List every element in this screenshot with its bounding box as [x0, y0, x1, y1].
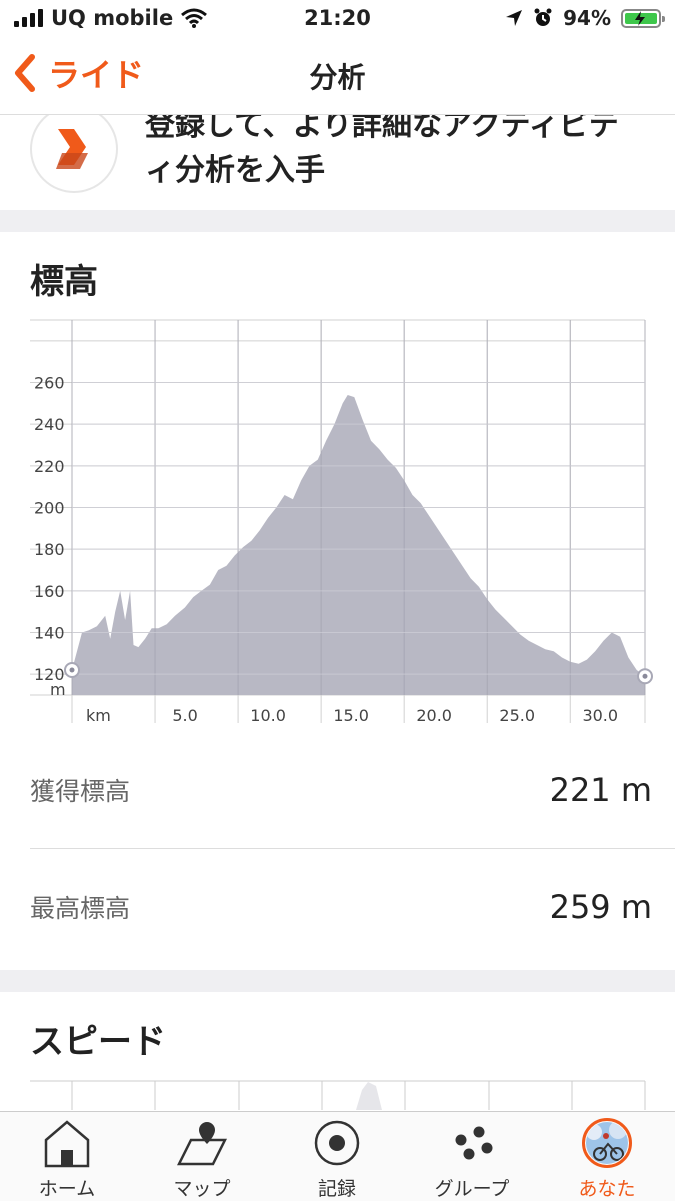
section-gap [0, 970, 675, 992]
promo-text: 登録して、より詳細なアクティビテ ィ分析を入手 [145, 115, 619, 193]
elevation-gain-row: 獲得標高 221 m [30, 732, 652, 848]
y-tick-label: 200 [34, 499, 65, 518]
map-icon [177, 1122, 227, 1166]
avatar [582, 1118, 632, 1168]
page-title: 分析 [309, 61, 366, 94]
max-elevation-row: 最高標高 259 m [30, 849, 652, 965]
tab-you[interactable]: あなた [542, 1112, 672, 1201]
tab-record[interactable]: 記録 [272, 1112, 402, 1201]
tab-map-label: マップ [173, 1178, 231, 1200]
tab-record-label: 記録 [317, 1178, 356, 1200]
promo-line-1: 登録して、より詳細なアクティビテ [145, 115, 619, 143]
battery-icon [621, 8, 665, 28]
elevation-area [72, 395, 645, 695]
y-tick-label: 220 [34, 457, 65, 476]
elevation-gain-label: 獲得標高 [30, 777, 131, 806]
y-tick-label: 260 [34, 374, 65, 393]
max-elevation-label: 最高標高 [30, 894, 131, 923]
groups-icon [455, 1126, 493, 1160]
max-elevation-value: 259 m [549, 888, 652, 926]
y-tick-label: 240 [34, 415, 65, 434]
battery-percent: 94% [563, 6, 611, 30]
speed-chart[interactable] [0, 1078, 675, 1110]
tab-bar: ホーム マップ 記録 グループ あなた [0, 1111, 675, 1201]
record-icon [314, 1120, 360, 1166]
x-tick-label: 25.0 [499, 706, 535, 725]
y-tick-label: 140 [34, 624, 65, 643]
navigation-bar: ライド 分析 [0, 36, 675, 115]
x-tick-label: 10.0 [250, 706, 286, 725]
x-axis-label: km [86, 706, 111, 725]
y-axis-label: m [50, 680, 66, 699]
strava-logo-icon [30, 115, 118, 193]
tab-home[interactable]: ホーム [2, 1112, 132, 1201]
status-bar: UQ mobile 21:20 94% [0, 0, 675, 36]
y-tick-label: 160 [34, 582, 65, 601]
status-right: 94% [505, 6, 665, 30]
start-marker-dot [69, 667, 75, 673]
tab-you-label: あなた [578, 1178, 636, 1200]
tab-map[interactable]: マップ [137, 1112, 267, 1201]
elevation-gain-value: 221 m [549, 771, 652, 809]
subscribe-promo[interactable]: 登録して、より詳細なアクティビテ ィ分析を入手 [0, 115, 675, 210]
tab-groups-label: グループ [434, 1178, 510, 1200]
section-gap [0, 210, 675, 232]
x-tick-label: 15.0 [333, 706, 369, 725]
end-marker-dot [642, 673, 648, 679]
speed-title: スピード [30, 1022, 166, 1062]
x-tick-label: 20.0 [416, 706, 452, 725]
alarm-icon [534, 8, 552, 26]
x-tick-label: 5.0 [172, 706, 197, 725]
location-arrow-icon [506, 10, 523, 26]
tab-groups[interactable]: グループ [407, 1112, 537, 1201]
home-icon [44, 1120, 90, 1168]
tab-home-label: ホーム [38, 1178, 96, 1200]
y-tick-label: 180 [34, 540, 65, 559]
elevation-chart[interactable]: 120140160180200220240260mkm 5.0 10.0 15.0 20… [0, 300, 675, 740]
x-tick-label: 30.0 [582, 706, 618, 725]
elevation-title: 標高 [30, 262, 98, 302]
promo-line-2: ィ分析を入手 [145, 153, 325, 188]
